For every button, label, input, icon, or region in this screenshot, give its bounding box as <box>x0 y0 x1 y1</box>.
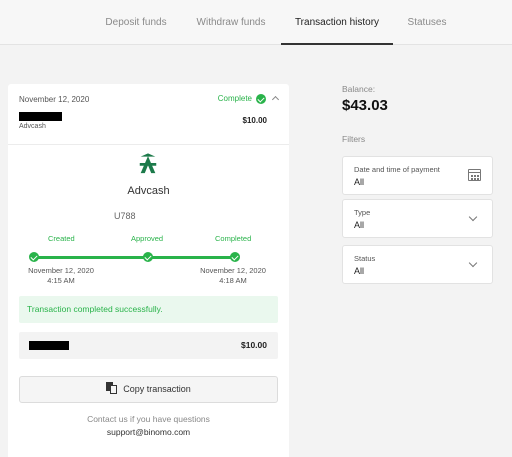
step-completed-date: November 12, 2020 <box>200 266 266 275</box>
top-tabs-bar: Deposit funds Withdraw funds Transaction… <box>0 0 512 45</box>
copy-transaction-label: Copy transaction <box>123 384 191 394</box>
tab-statuses[interactable]: Statuses <box>398 0 456 45</box>
balance-label: Balance: <box>342 84 376 94</box>
step-created-timestamp: November 12, 2020 4:15 AM <box>16 266 106 286</box>
transaction-date: November 12, 2020 <box>19 95 90 104</box>
chevron-down-icon <box>468 258 478 268</box>
payment-method-sub: Advcash <box>19 123 46 130</box>
filter-date-value: All <box>354 177 365 187</box>
step-approved-check-icon <box>143 252 153 262</box>
filter-date-time[interactable]: Date and time of payment All <box>342 156 493 195</box>
transaction-detail-row: $10.00 <box>19 332 278 359</box>
step-created-check-icon <box>29 252 39 262</box>
filter-type[interactable]: Type All <box>342 199 493 238</box>
redacted-method <box>19 112 62 121</box>
chevron-down-icon <box>468 212 478 222</box>
step-label-approved: Approved <box>131 234 164 243</box>
filter-status-label: Status <box>354 254 376 263</box>
filter-date-label: Date and time of payment <box>354 165 440 174</box>
redacted-detail <box>29 341 69 350</box>
step-label-completed: Completed <box>215 234 252 243</box>
status-check-icon <box>256 94 266 104</box>
balance-value: $43.03 <box>342 97 388 114</box>
step-completed-check-icon <box>230 252 240 262</box>
payment-method-name: Advcash <box>127 185 170 197</box>
advcash-logo-icon <box>139 153 157 174</box>
step-label-created: Created <box>48 234 75 243</box>
support-email-link[interactable]: support@binomo.com <box>8 427 289 437</box>
collapse-chevron-icon[interactable] <box>271 95 280 104</box>
filters-label: Filters <box>342 134 366 144</box>
filter-status-value: All <box>354 266 365 276</box>
success-message: Transaction completed successfully. <box>19 296 278 323</box>
step-completed-timestamp: November 12, 2020 4:18 AM <box>188 266 278 286</box>
tab-transaction-history[interactable]: Transaction history <box>281 0 393 45</box>
copy-transaction-button[interactable]: Copy transaction <box>19 376 278 403</box>
progress-line <box>34 256 236 259</box>
filter-type-label: Type <box>354 208 371 217</box>
transaction-card: November 12, 2020 Complete Advcash $10.0… <box>8 84 289 457</box>
contact-text: Contact us if you have questions <box>87 414 210 424</box>
account-number: U788 <box>114 211 136 221</box>
copy-icon <box>106 382 118 394</box>
calendar-icon <box>468 169 481 181</box>
filter-status[interactable]: Status All <box>342 245 493 284</box>
divider <box>8 144 289 145</box>
filter-type-value: All <box>354 220 365 230</box>
tab-deposit-funds[interactable]: Deposit funds <box>92 0 180 45</box>
transaction-amount: $10.00 <box>242 116 267 125</box>
detail-amount: $10.00 <box>241 340 267 350</box>
transaction-summary[interactable]: November 12, 2020 Complete Advcash $10.0… <box>8 84 289 144</box>
step-created-date: November 12, 2020 <box>28 266 94 275</box>
step-completed-time: 4:18 AM <box>219 276 247 285</box>
tab-withdraw-funds[interactable]: Withdraw funds <box>186 0 276 45</box>
step-created-time: 4:15 AM <box>47 276 75 285</box>
transaction-status: Complete <box>217 94 252 103</box>
